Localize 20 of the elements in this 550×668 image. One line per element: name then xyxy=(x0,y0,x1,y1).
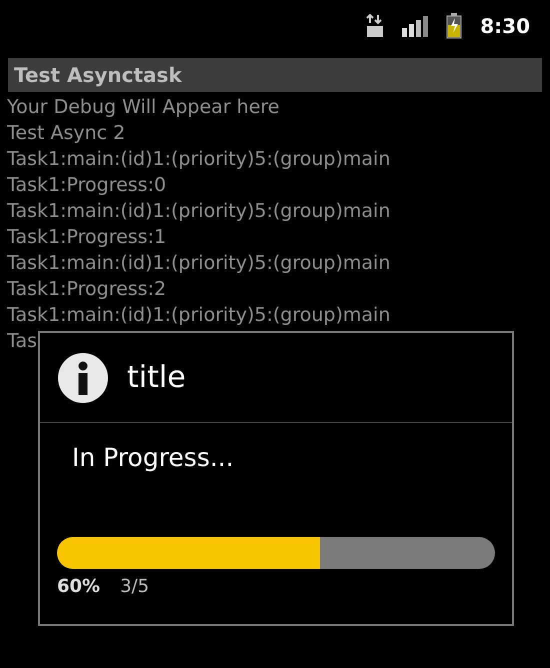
dialog-title: title xyxy=(127,359,186,397)
info-icon xyxy=(57,352,109,404)
dialog-message: In Progress... xyxy=(72,442,234,474)
log-line: Task1:Progress:0 xyxy=(7,173,166,198)
progress-percent: 60% xyxy=(57,574,100,598)
app-title: Test Asynctask xyxy=(14,62,182,89)
log-line: Test Async 2 xyxy=(7,121,126,146)
log-line: Task1:main:(id)1:(priority)5:(group)main xyxy=(7,147,390,172)
log-line: Task1:Progress:2 xyxy=(7,277,166,302)
mobile-data-icon xyxy=(366,14,384,38)
log-line: Task1:main:(id)1:(priority)5:(group)main xyxy=(7,199,390,224)
log-line: Task1:Progress:1 xyxy=(7,225,166,250)
log-line: Your Debug Will Appear here xyxy=(7,95,280,120)
clock: 8:30 xyxy=(480,13,530,40)
progress-count: 3/5 xyxy=(120,574,150,598)
battery-charging-icon xyxy=(446,13,462,39)
log-line: Task1:main:(id)1:(priority)5:(group)main xyxy=(7,251,390,276)
signal-icon xyxy=(402,15,428,37)
log-line: Task1:main:(id)1:(priority)5:(group)main xyxy=(7,303,390,328)
log-line: Tas xyxy=(7,329,38,354)
